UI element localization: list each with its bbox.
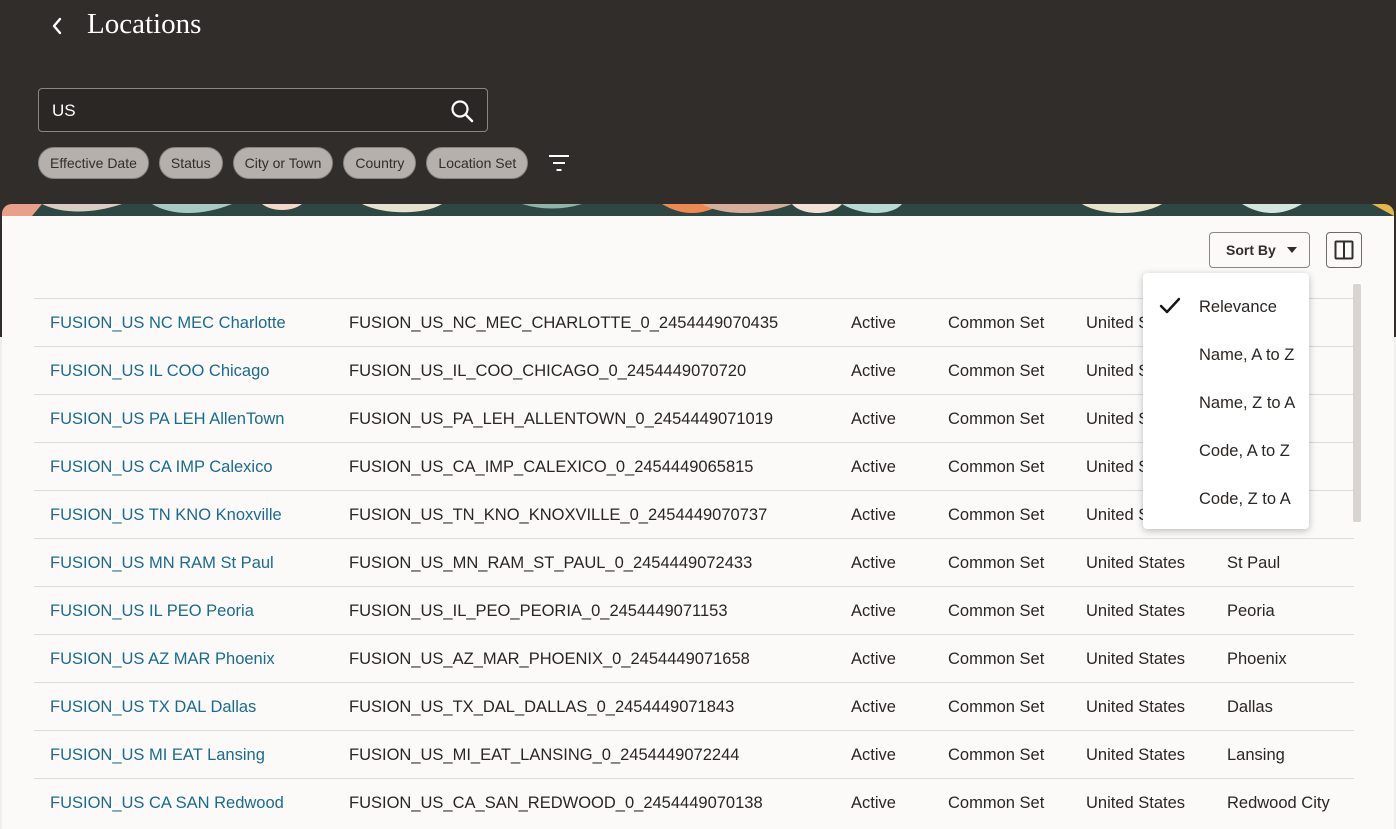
location-name-link[interactable]: FUSION_US MI EAT Lansing bbox=[50, 746, 265, 765]
filter-chip-status[interactable]: Status bbox=[158, 147, 223, 179]
location-set-cell: Common Set bbox=[948, 554, 1045, 572]
country-cell: United S bbox=[1086, 410, 1150, 428]
sort-option-label: Code, A to Z bbox=[1199, 442, 1290, 460]
city-cell: Peoria bbox=[1227, 602, 1275, 620]
country-cell: United States bbox=[1086, 746, 1186, 764]
sort-by-label: Sort By bbox=[1226, 242, 1276, 258]
filter-chip-effective-date[interactable]: Effective Date bbox=[38, 147, 149, 179]
location-name-link[interactable]: FUSION_US CA IMP Calexico bbox=[50, 458, 273, 477]
location-name-link[interactable]: FUSION_US CA SAN Redwood bbox=[50, 794, 284, 813]
table-row[interactable]: FUSION_US MN RAM St Paul FUSION_US_MN_RAM… bbox=[34, 538, 1354, 586]
table-row[interactable]: FUSION_US AZ MAR Phoenix FUSION_US_AZ_MAR… bbox=[34, 634, 1354, 682]
sort-option-label: Name, A to Z bbox=[1199, 346, 1295, 364]
location-code: FUSION_US_IL_COO_CHICAGO_0_2454449070720 bbox=[349, 362, 747, 380]
check-icon bbox=[1159, 297, 1181, 314]
location-name-link[interactable]: FUSION_US TX DAL Dallas bbox=[50, 698, 256, 717]
table-row[interactable]: FUSION_US CA SAN Redwood FUSION_US_CA_SAN… bbox=[34, 778, 1354, 826]
location-set-cell: Common Set bbox=[948, 746, 1045, 764]
toggle-panel-button[interactable] bbox=[1326, 232, 1362, 268]
location-set-cell: Common Set bbox=[948, 410, 1045, 428]
location-code: FUSION_US_AZ_MAR_PHOENIX_0_2454449071658 bbox=[349, 650, 750, 668]
filter-chips: Effective Date Status City or Town Count… bbox=[38, 147, 538, 179]
location-code: FUSION_US_CA_SAN_REDWOOD_0_2454449070138 bbox=[349, 794, 763, 812]
location-set-cell: Common Set bbox=[948, 506, 1045, 524]
location-set-cell: Common Set bbox=[948, 362, 1045, 380]
location-name-link[interactable]: FUSION_US AZ MAR Phoenix bbox=[50, 650, 275, 669]
location-code: FUSION_US_NC_MEC_CHARLOTTE_0_24544490704… bbox=[349, 314, 779, 332]
city-cell: Redwood City bbox=[1227, 794, 1330, 812]
decorative-banner bbox=[2, 204, 1394, 216]
location-name-link[interactable]: FUSION_US TN KNO Knoxville bbox=[50, 506, 282, 525]
country-cell: United States bbox=[1086, 794, 1186, 812]
location-name-link[interactable]: FUSION_US MN RAM St Paul bbox=[50, 554, 274, 573]
location-set-cell: Common Set bbox=[948, 650, 1045, 668]
status-cell: Active bbox=[851, 458, 896, 476]
sort-option-code-a-to-z[interactable]: Code, A to Z bbox=[1143, 427, 1309, 475]
country-cell: United S bbox=[1086, 506, 1150, 524]
sort-option-code-z-to-a[interactable]: Code, Z to A bbox=[1143, 475, 1309, 523]
sort-option-label: Name, Z to A bbox=[1199, 394, 1296, 412]
table-row[interactable]: FUSION_US IL PEO Peoria FUSION_US_IL_PEO_… bbox=[34, 586, 1354, 634]
location-code: FUSION_US_TX_DAL_DALLAS_0_2454449071843 bbox=[349, 698, 735, 716]
country-cell: United States bbox=[1086, 698, 1186, 716]
city-cell: St Paul bbox=[1227, 554, 1281, 572]
location-set-cell: Common Set bbox=[948, 314, 1045, 332]
location-name-link[interactable]: FUSION_US PA LEH AllenTown bbox=[50, 410, 284, 429]
city-cell: Dallas bbox=[1227, 698, 1273, 716]
status-cell: Active bbox=[851, 410, 896, 428]
status-cell: Active bbox=[851, 506, 896, 524]
status-cell: Active bbox=[851, 314, 896, 332]
search-icon[interactable] bbox=[449, 98, 475, 124]
split-view-icon bbox=[1334, 240, 1354, 260]
table-row[interactable]: FUSION_US TX DAL Dallas FUSION_US_TX_DAL_… bbox=[34, 682, 1354, 730]
filter-chip-city-or-town[interactable]: City or Town bbox=[232, 147, 334, 179]
sort-option-label: Code, Z to A bbox=[1199, 490, 1291, 508]
country-cell: United States bbox=[1086, 554, 1186, 572]
status-cell: Active bbox=[851, 794, 896, 812]
sort-option-name-a-to-z[interactable]: Name, A to Z bbox=[1143, 331, 1309, 379]
city-cell: Lansing bbox=[1227, 746, 1285, 764]
caret-down-icon bbox=[1287, 247, 1297, 253]
country-cell: United S bbox=[1086, 362, 1150, 380]
location-code: FUSION_US_TN_KNO_KNOXVILLE_0_24544490707… bbox=[349, 506, 768, 524]
country-cell: United S bbox=[1086, 314, 1150, 332]
country-cell: United S bbox=[1086, 458, 1150, 476]
back-button[interactable] bbox=[42, 10, 72, 42]
location-code: FUSION_US_MN_RAM_ST_PAUL_0_2454449072433 bbox=[349, 554, 753, 572]
filter-icon[interactable] bbox=[546, 151, 572, 175]
location-name-link[interactable]: FUSION_US IL PEO Peoria bbox=[50, 602, 254, 621]
table-row[interactable]: FUSION_US MI EAT Lansing FUSION_US_MI_EAT… bbox=[34, 730, 1354, 778]
status-cell: Active bbox=[851, 698, 896, 716]
location-code: FUSION_US_MI_EAT_LANSING_0_2454449072244 bbox=[349, 746, 740, 764]
location-set-cell: Common Set bbox=[948, 458, 1045, 476]
status-cell: Active bbox=[851, 554, 896, 572]
page-title: Locations bbox=[87, 8, 202, 40]
location-set-cell: Common Set bbox=[948, 794, 1045, 812]
status-cell: Active bbox=[851, 362, 896, 380]
location-set-cell: Common Set bbox=[948, 602, 1045, 620]
search-input[interactable]: US bbox=[38, 88, 488, 132]
country-cell: United States bbox=[1086, 650, 1186, 668]
search-input-value: US bbox=[52, 101, 76, 120]
sort-menu: Relevance Name, A to Z Name, Z to A Code… bbox=[1143, 273, 1309, 529]
sort-option-name-z-to-a[interactable]: Name, Z to A bbox=[1143, 379, 1309, 427]
sort-option-label: Relevance bbox=[1199, 298, 1277, 316]
country-cell: United States bbox=[1086, 602, 1186, 620]
sort-option-relevance[interactable]: Relevance bbox=[1143, 283, 1309, 331]
location-code: FUSION_US_IL_PEO_PEORIA_0_2454449071153 bbox=[349, 602, 728, 620]
location-code: FUSION_US_PA_LEH_ALLENTOWN_0_24544490710… bbox=[349, 410, 774, 428]
city-cell: Phoenix bbox=[1227, 650, 1287, 668]
chevron-left-icon bbox=[52, 17, 62, 35]
status-cell: Active bbox=[851, 650, 896, 668]
status-cell: Active bbox=[851, 602, 896, 620]
sort-by-button[interactable]: Sort By bbox=[1209, 232, 1310, 268]
location-set-cell: Common Set bbox=[948, 698, 1045, 716]
scrollbar[interactable] bbox=[1353, 284, 1361, 522]
filter-chip-location-set[interactable]: Location Set bbox=[426, 147, 529, 179]
location-name-link[interactable]: FUSION_US NC MEC Charlotte bbox=[50, 314, 286, 333]
status-cell: Active bbox=[851, 746, 896, 764]
location-name-link[interactable]: FUSION_US IL COO Chicago bbox=[50, 362, 269, 381]
filter-chip-country[interactable]: Country bbox=[343, 147, 417, 179]
location-code: FUSION_US_CA_IMP_CALEXICO_0_245444906581… bbox=[349, 458, 754, 476]
